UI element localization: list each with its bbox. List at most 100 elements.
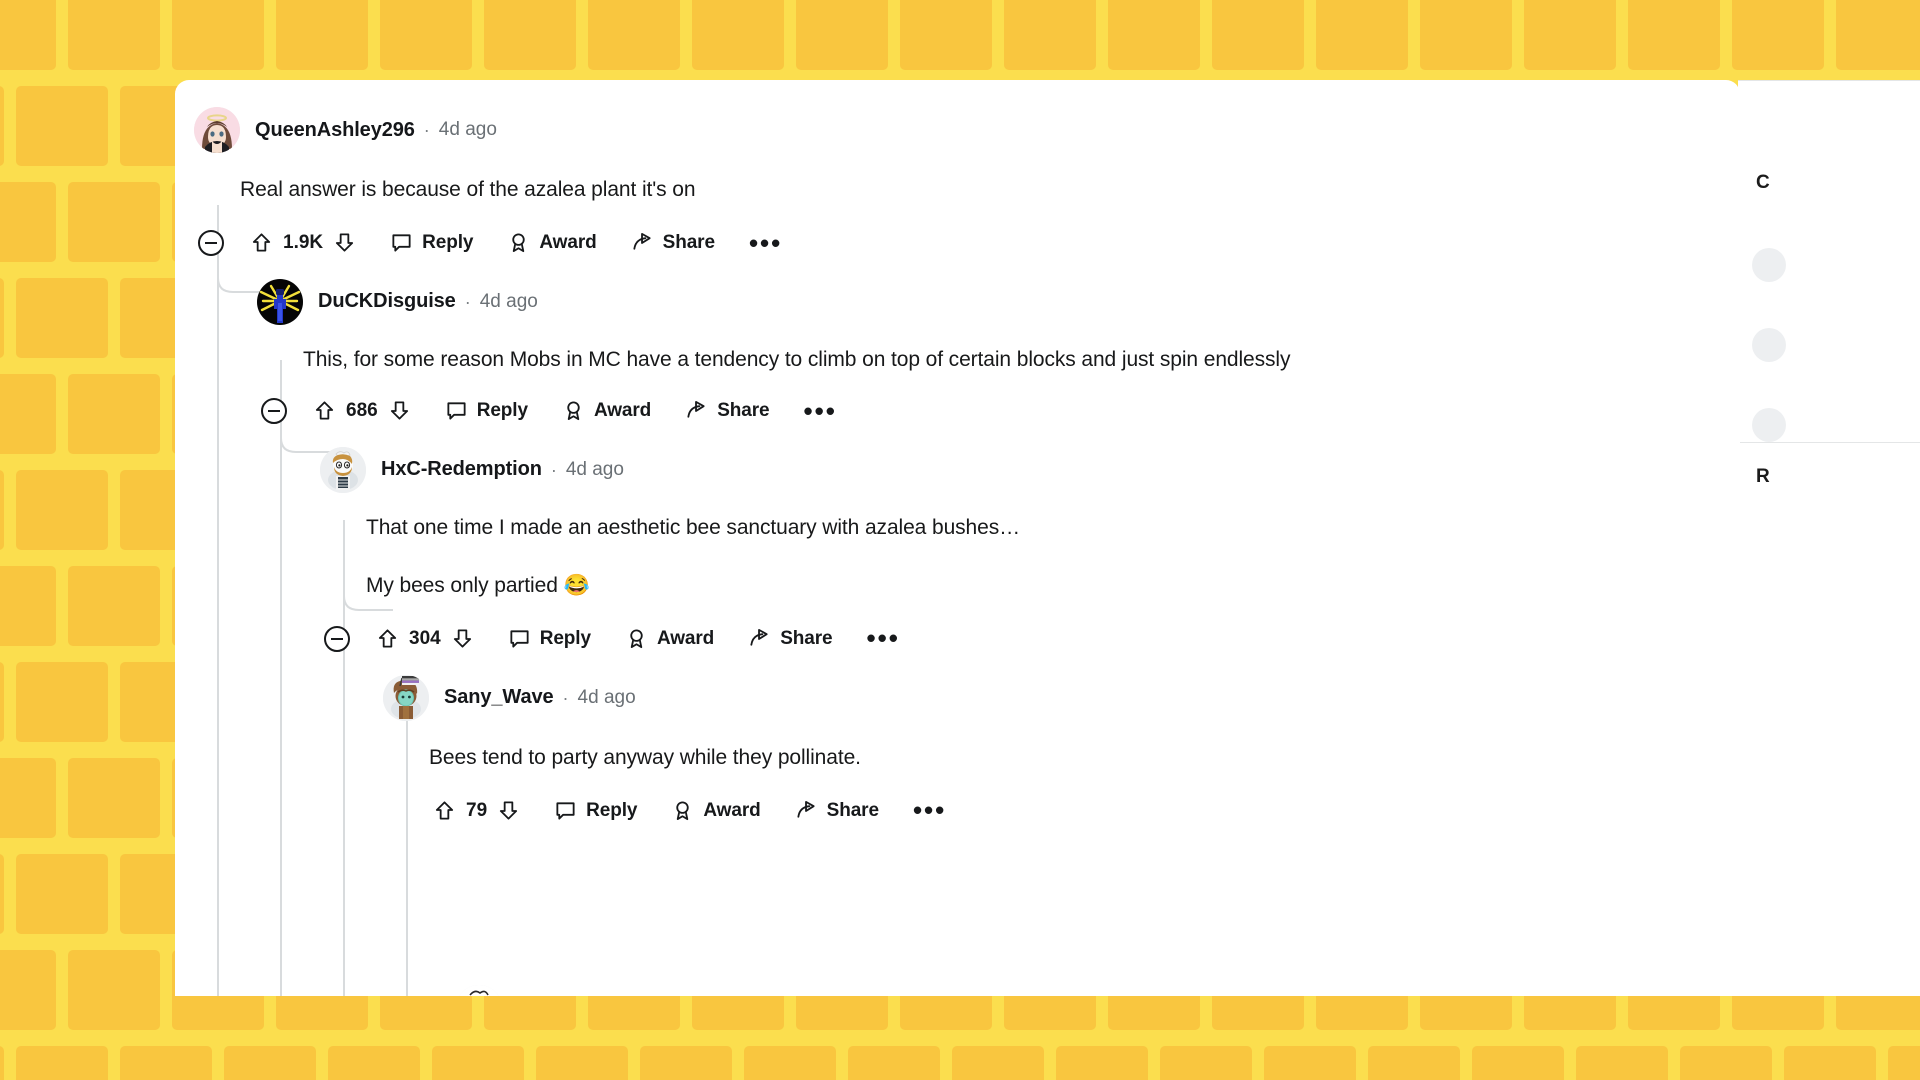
brick-tile bbox=[380, 0, 472, 70]
thread-line-depth-0[interactable] bbox=[217, 205, 219, 996]
award-icon bbox=[625, 627, 648, 650]
comment-author[interactable]: QueenAshley296 bbox=[255, 119, 415, 142]
downvote-icon[interactable] bbox=[388, 399, 411, 422]
collapse-thread-button[interactable] bbox=[261, 397, 287, 424]
comments-card: QueenAshley296 · 4d ago Real answer is b… bbox=[175, 80, 1740, 996]
brick-tile bbox=[796, 0, 888, 70]
reply-button[interactable]: Reply bbox=[508, 627, 591, 650]
more-options-button[interactable]: ••• bbox=[804, 397, 837, 424]
share-button[interactable]: Share bbox=[685, 399, 770, 422]
more-options-button[interactable]: ••• bbox=[913, 797, 946, 824]
right-panel-list-item[interactable] bbox=[1752, 408, 1920, 442]
brick-tile bbox=[328, 1046, 420, 1080]
comment-author[interactable]: DuCKDisguise bbox=[318, 290, 456, 313]
share-icon bbox=[685, 399, 708, 422]
reply-button[interactable]: Reply bbox=[445, 399, 528, 422]
comment-timestamp: 4d ago bbox=[438, 119, 497, 140]
brick-tile bbox=[1888, 1046, 1920, 1080]
comment-author[interactable]: HxC-Redemption bbox=[381, 458, 542, 481]
comment-paragraph: This, for some reason Mobs in MC have a … bbox=[303, 347, 1291, 371]
brick-row bbox=[0, 1036, 1920, 1080]
thread-line-depth-3[interactable] bbox=[406, 678, 408, 996]
vote-count: 686 bbox=[346, 399, 378, 421]
brick-tile bbox=[1160, 1046, 1252, 1080]
brick-tile bbox=[1524, 0, 1616, 70]
downvote-icon[interactable] bbox=[497, 799, 520, 822]
share-label: Share bbox=[717, 399, 770, 421]
comment-action-bar: 686 Reply Award Share ••• bbox=[261, 388, 1740, 434]
collapse-thread-button[interactable] bbox=[324, 625, 350, 652]
vote-count: 1.9K bbox=[283, 231, 324, 253]
reply-button[interactable]: Reply bbox=[390, 231, 473, 254]
brick-tile bbox=[68, 182, 160, 262]
comment-header: QueenAshley296 · 4d ago bbox=[194, 102, 1740, 158]
brick-row bbox=[0, 0, 1920, 80]
brick-tile bbox=[16, 854, 108, 934]
brick-tile bbox=[432, 1046, 524, 1080]
comment-action-bar: 79 Reply Award Share ••• bbox=[433, 788, 1740, 834]
right-panel-avatar-placeholder bbox=[1752, 408, 1786, 442]
award-button[interactable]: Award bbox=[562, 399, 651, 422]
right-panel-list-item[interactable] bbox=[1752, 328, 1920, 362]
upvote-icon[interactable] bbox=[313, 399, 336, 422]
brick-tile bbox=[952, 1046, 1044, 1080]
avatar[interactable] bbox=[320, 446, 366, 493]
thread-connector-curve bbox=[343, 576, 393, 611]
brick-tile bbox=[224, 1046, 316, 1080]
brick-tile bbox=[1836, 0, 1920, 70]
brick-tile bbox=[0, 86, 4, 166]
comment-thread-item: QueenAshley296 · 4d ago Real answer is b… bbox=[175, 102, 1740, 266]
thread-line-depth-1[interactable] bbox=[280, 360, 282, 996]
share-button[interactable]: Share bbox=[631, 231, 715, 254]
upvote-icon[interactable] bbox=[250, 231, 273, 254]
downvote-icon[interactable] bbox=[333, 231, 356, 254]
reply-label: Reply bbox=[422, 231, 474, 253]
brick-tile bbox=[0, 758, 56, 838]
avatar[interactable] bbox=[194, 107, 240, 153]
vote-group: 79 bbox=[433, 799, 520, 822]
brick-tile bbox=[1264, 1046, 1356, 1080]
comment-bubble-icon bbox=[390, 231, 413, 254]
brick-tile bbox=[0, 662, 4, 742]
brick-tile bbox=[68, 758, 160, 838]
brick-tile bbox=[0, 374, 56, 454]
avatar[interactable] bbox=[257, 278, 303, 325]
brick-tile bbox=[1472, 1046, 1564, 1080]
collapse-thread-button[interactable] bbox=[198, 229, 224, 256]
vote-count: 79 bbox=[466, 799, 488, 821]
reply-button[interactable]: Reply bbox=[554, 799, 637, 822]
brick-tile bbox=[1316, 0, 1408, 70]
award-button[interactable]: Award bbox=[671, 799, 761, 822]
meta-separator: · bbox=[562, 687, 569, 708]
downvote-icon[interactable] bbox=[451, 627, 474, 650]
award-button[interactable]: Award bbox=[625, 627, 714, 650]
comment-header: HxC-Redemption · 4d ago bbox=[320, 442, 1740, 498]
award-label: Award bbox=[539, 231, 597, 253]
comment-action-bar: 1.9K Reply Award Share ••• bbox=[198, 220, 1740, 266]
brick-tile bbox=[1732, 0, 1824, 70]
comment-author[interactable]: Sany_Wave bbox=[444, 686, 554, 709]
share-button[interactable]: Share bbox=[748, 627, 833, 650]
share-icon bbox=[748, 627, 771, 650]
next-comment-avatar-partial[interactable] bbox=[456, 985, 502, 996]
comment-paragraph: Real answer is because of the azalea pla… bbox=[240, 178, 696, 201]
upvote-icon[interactable] bbox=[433, 799, 456, 822]
brick-tile bbox=[692, 0, 784, 70]
brick-tile bbox=[1784, 1046, 1876, 1080]
brick-tile bbox=[1368, 1046, 1460, 1080]
comment-thread-item: DuCKDisguise · 4d ago This, for some rea… bbox=[175, 274, 1740, 434]
award-icon bbox=[507, 231, 530, 254]
brick-tile bbox=[1576, 1046, 1668, 1080]
brick-tile bbox=[0, 854, 4, 934]
upvote-icon[interactable] bbox=[376, 627, 399, 650]
brick-tile bbox=[68, 566, 160, 646]
avatar[interactable] bbox=[383, 674, 429, 721]
share-button[interactable]: Share bbox=[795, 799, 879, 822]
award-button[interactable]: Award bbox=[507, 231, 597, 254]
brick-tile bbox=[16, 278, 108, 358]
more-options-button[interactable]: ••• bbox=[867, 625, 900, 652]
more-options-button[interactable]: ••• bbox=[749, 229, 782, 256]
comment-bubble-icon bbox=[554, 799, 577, 822]
right-panel-list-item[interactable] bbox=[1752, 248, 1920, 282]
comment-timestamp: 4d ago bbox=[577, 686, 636, 708]
